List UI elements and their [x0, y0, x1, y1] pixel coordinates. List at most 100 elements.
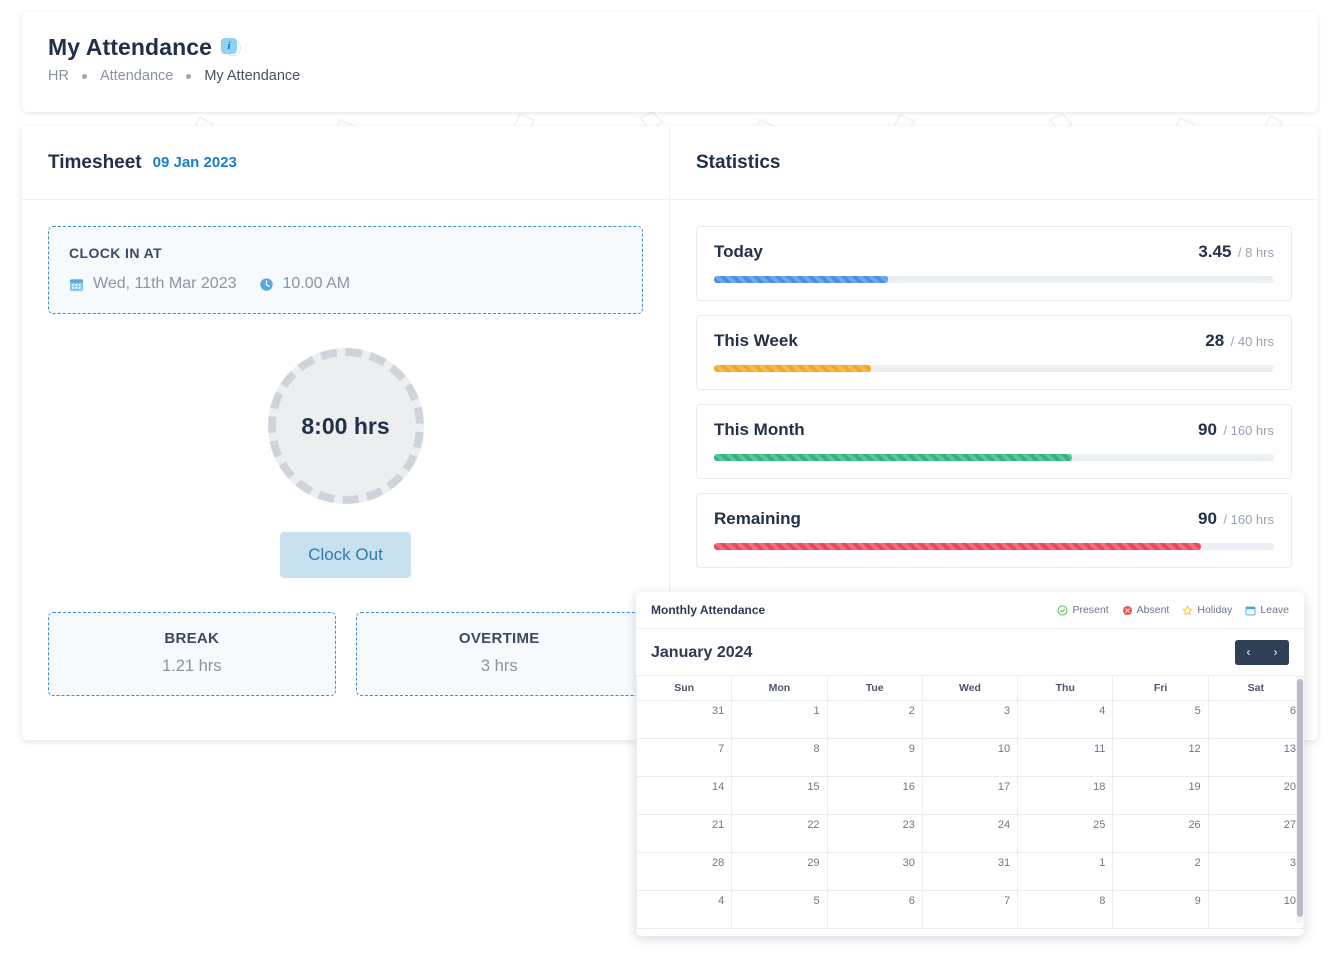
legend-label: Leave [1260, 604, 1289, 616]
calendar-day-cell[interactable]: 1 [1018, 853, 1113, 891]
calendar-day-cell[interactable]: 5 [732, 891, 827, 929]
calendar-day-cell[interactable]: 1 [732, 701, 827, 739]
calendar-day-cell[interactable]: 25 [1018, 815, 1113, 853]
calendar-day-cell[interactable]: 15 [732, 777, 827, 815]
calendar-day-cell[interactable]: 8 [1018, 891, 1113, 929]
breadcrumb-separator-icon [82, 74, 87, 79]
stat-total: / 160 hrs [1223, 512, 1274, 527]
calendar-day-cell[interactable]: 16 [827, 777, 922, 815]
page-header: My Attendance i HR Attendance My Attenda… [22, 12, 1318, 112]
calendar-scrollbar-thumb[interactable] [1297, 679, 1303, 917]
calendar-week-row: 78910111213 [637, 739, 1304, 777]
calendar-day-cell[interactable]: 3 [922, 701, 1017, 739]
calendar-icon [1245, 605, 1256, 616]
stat-label: Today [714, 242, 763, 262]
calendar-day-cell[interactable]: 10 [1208, 891, 1303, 929]
calendar-day-cell[interactable]: 9 [1113, 891, 1208, 929]
progress-track [714, 543, 1274, 550]
breadcrumb-item-attendance[interactable]: Attendance [100, 68, 173, 84]
legend-item-present: Present [1057, 604, 1108, 616]
calendar-day-cell[interactable]: 10 [922, 739, 1017, 777]
clock-duration: 8:00 hrs [301, 413, 389, 440]
timesheet-panel: Timesheet 09 Jan 2023 CLOCK IN AT [22, 126, 670, 740]
legend-item-leave: Leave [1245, 604, 1289, 616]
calendar-day-cell[interactable]: 20 [1208, 777, 1303, 815]
calendar-weekday-sat: Sat [1208, 676, 1303, 701]
calendar-legend: Present Absent Holiday [1057, 604, 1289, 616]
calendar-weekday-thu: Thu [1018, 676, 1113, 701]
calendar-day-cell[interactable]: 11 [1018, 739, 1113, 777]
overtime-tile: OVERTIME 3 hrs [356, 612, 644, 696]
calendar-day-cell[interactable]: 2 [1113, 853, 1208, 891]
info-icon-glyph: i [221, 38, 237, 54]
star-icon [1182, 605, 1193, 616]
calendar-day-cell[interactable]: 6 [1208, 701, 1303, 739]
calendar-day-cell[interactable]: 18 [1018, 777, 1113, 815]
clock-dial: 8:00 hrs [268, 348, 424, 504]
legend-label: Absent [1137, 604, 1170, 616]
clock-in-box: CLOCK IN AT [48, 226, 643, 314]
calendar-day-cell[interactable]: 31 [922, 853, 1017, 891]
calendar-day-cell[interactable]: 12 [1113, 739, 1208, 777]
progress-fill [714, 276, 888, 283]
stat-value: 90 [1198, 420, 1217, 439]
calendar-day-cell[interactable]: 8 [732, 739, 827, 777]
calendar-day-cell[interactable]: 21 [637, 815, 732, 853]
clock-out-button[interactable]: Clock Out [280, 532, 411, 578]
check-circle-icon [1057, 605, 1068, 616]
calendar-day-cell[interactable]: 31 [637, 701, 732, 739]
calendar-day-cell[interactable]: 23 [827, 815, 922, 853]
monthly-attendance-card: Monthly Attendance Present Absent [636, 592, 1304, 936]
calendar-day-cell[interactable]: 5 [1113, 701, 1208, 739]
calendar-day-cell[interactable]: 14 [637, 777, 732, 815]
calendar-scrollbar[interactable] [1296, 675, 1304, 923]
timesheet-title: Timesheet [48, 152, 142, 174]
calendar-day-cell[interactable]: 9 [827, 739, 922, 777]
stat-card-this-week: This Week 28 / 40 hrs [696, 315, 1292, 390]
calendar-day-cell[interactable]: 24 [922, 815, 1017, 853]
calendar-day-cell[interactable]: 13 [1208, 739, 1303, 777]
calendar-day-cell[interactable]: 4 [637, 891, 732, 929]
calendar-week-row: 21222324252627 [637, 815, 1304, 853]
calendar-day-cell[interactable]: 28 [637, 853, 732, 891]
clock-icon [259, 277, 274, 292]
legend-label: Present [1072, 604, 1108, 616]
calendar-day-cell[interactable]: 2 [827, 701, 922, 739]
calendar-week-row: 28293031123 [637, 853, 1304, 891]
calendar-day-cell[interactable]: 7 [922, 891, 1017, 929]
calendar-prev-button[interactable]: ‹ [1235, 640, 1262, 665]
calendar-day-cell[interactable]: 29 [732, 853, 827, 891]
page-title-row: My Attendance i [48, 34, 1318, 61]
calendar-day-cell[interactable]: 22 [732, 815, 827, 853]
timesheet-date: 09 Jan 2023 [153, 154, 237, 171]
calendar-day-cell[interactable]: 27 [1208, 815, 1303, 853]
stat-total: / 40 hrs [1231, 334, 1274, 349]
overtime-label: OVERTIME [357, 630, 643, 647]
calendar-next-button[interactable]: › [1262, 640, 1289, 665]
breadcrumb-item-hr[interactable]: HR [48, 68, 69, 84]
calendar-day-cell[interactable]: 19 [1113, 777, 1208, 815]
calendar-month-label: January 2024 [651, 644, 752, 662]
x-circle-icon [1122, 605, 1133, 616]
timesheet-body: CLOCK IN AT [22, 200, 669, 722]
timesheet-header: Timesheet 09 Jan 2023 [22, 126, 669, 200]
calendar-day-cell[interactable]: 30 [827, 853, 922, 891]
clock-in-label: CLOCK IN AT [69, 245, 622, 261]
stat-row: This Month 90 / 160 hrs [714, 420, 1274, 440]
calendar-day-cell[interactable]: 7 [637, 739, 732, 777]
calendar-weekday-mon: Mon [732, 676, 827, 701]
progress-fill [714, 454, 1072, 461]
stat-row: Today 3.45 / 8 hrs [714, 242, 1274, 262]
calendar-day-cell[interactable]: 17 [922, 777, 1017, 815]
legend-label: Holiday [1197, 604, 1232, 616]
break-overtime-row: BREAK 1.21 hrs OVERTIME 3 hrs [48, 612, 643, 696]
calendar-day-cell[interactable]: 26 [1113, 815, 1208, 853]
calendar-day-cell[interactable]: 6 [827, 891, 922, 929]
calendar-grid: SunMonTueWedThuFriSat 311234567891011121… [636, 675, 1304, 929]
clock-in-meta: Wed, 11th Mar 2023 10.00 AM [69, 275, 622, 293]
stat-card-this-month: This Month 90 / 160 hrs [696, 404, 1292, 479]
info-icon[interactable]: i [221, 37, 242, 58]
calendar-day-cell[interactable]: 3 [1208, 853, 1303, 891]
stat-label: This Week [714, 331, 798, 351]
calendar-day-cell[interactable]: 4 [1018, 701, 1113, 739]
